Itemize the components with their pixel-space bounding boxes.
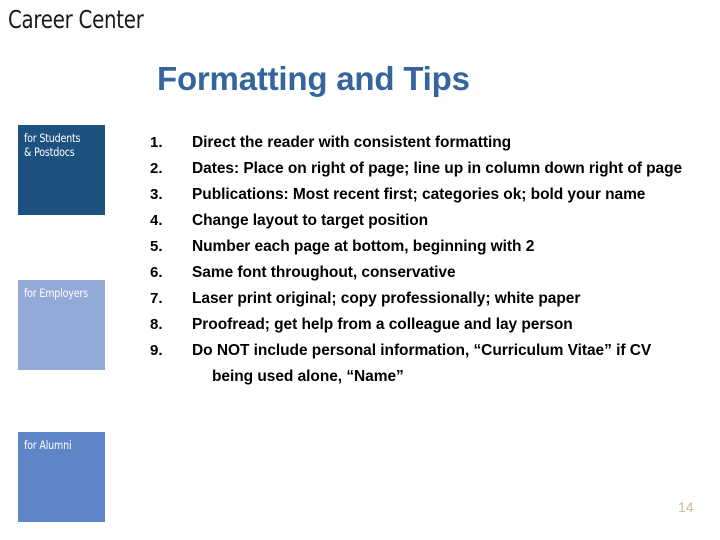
- list-item-number: 8.: [150, 316, 163, 333]
- list-item-text: Laser print original; copy professionall…: [192, 290, 581, 307]
- list-item-number: 1.: [150, 134, 163, 151]
- list-item-text: Publications: Most recent first; categor…: [192, 186, 646, 203]
- list-item-number: 5.: [150, 238, 163, 255]
- list-item-text: Do NOT include personal information, “Cu…: [192, 342, 652, 359]
- list-item-number: 9.: [150, 342, 163, 359]
- list-item: 9. Do NOT include personal information, …: [0, 338, 720, 364]
- list-item: 1. Direct the reader with consistent for…: [0, 130, 720, 156]
- list-item-number: 7.: [150, 290, 163, 307]
- list-item-text: Direct the reader with consistent format…: [192, 134, 512, 151]
- list-item-number: 2.: [150, 160, 163, 177]
- list-item: 5. Number each page at bottom, beginning…: [0, 234, 720, 260]
- list-item-number: 6.: [150, 264, 163, 281]
- list-item-text: Change layout to target position: [192, 212, 429, 229]
- list-item: 6. Same font throughout, conservative: [0, 260, 720, 286]
- list-item: 8. Proofread; get help from a colleague …: [0, 312, 720, 338]
- list-item-text: Dates: Place on right of page; line up i…: [192, 160, 683, 177]
- list-item-number: 4.: [150, 212, 163, 229]
- list-item: 7. Laser print original; copy profession…: [0, 286, 720, 312]
- list-item-text: Same font throughout, conservative: [192, 264, 456, 281]
- list-item-text: Number each page at bottom, beginning wi…: [192, 238, 535, 255]
- career-center-logo: Career Center: [8, 5, 144, 34]
- list-item: 2. Dates: Place on right of page; line u…: [0, 156, 720, 182]
- sidebar-item-label: for Alumni: [24, 438, 72, 452]
- list-item: 3. Publications: Most recent first; cate…: [0, 182, 720, 208]
- numbered-tips-list: 1. Direct the reader with consistent for…: [0, 130, 720, 390]
- sidebar-item-alumni[interactable]: for Alumni: [18, 432, 105, 522]
- list-item-number: 3.: [150, 186, 163, 203]
- page-number: 14: [678, 499, 694, 515]
- list-item-continuation: being used alone, “Name”: [0, 364, 720, 390]
- page-title: Formatting and Tips: [157, 60, 470, 98]
- list-item: 4. Change layout to target position: [0, 208, 720, 234]
- list-item-text: Proofread; get help from a colleague and…: [192, 316, 573, 333]
- slide-canvas: Career Center Formatting and Tips for St…: [0, 0, 720, 540]
- list-item-text: being used alone, “Name”: [212, 368, 404, 385]
